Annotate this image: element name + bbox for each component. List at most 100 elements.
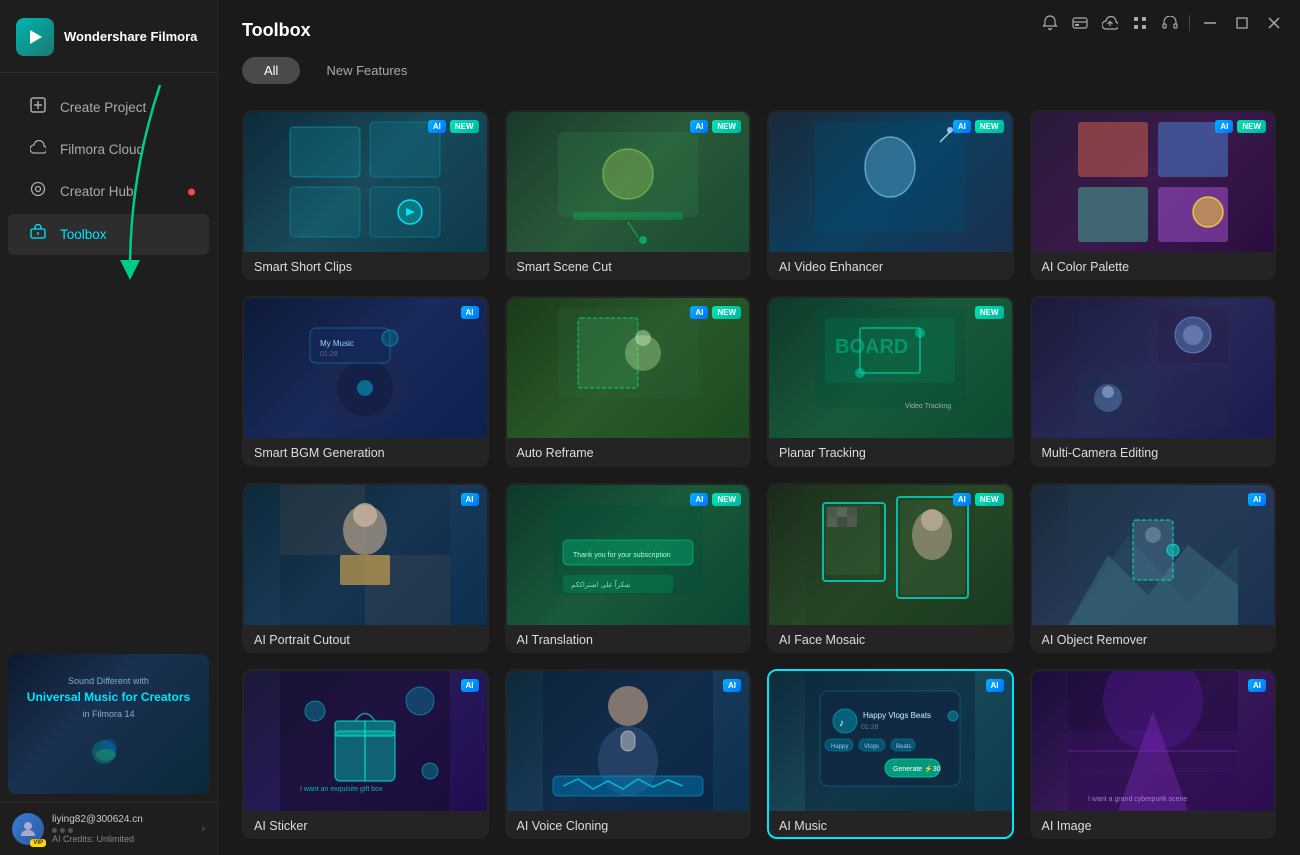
thumb-content-smart-scene-cut [507, 112, 750, 252]
ai-badge: AI [690, 493, 708, 506]
titlebar-separator [1189, 15, 1190, 31]
notification-icon[interactable] [1035, 8, 1065, 38]
sidebar-item-toolbox[interactable]: Toolbox [8, 214, 209, 255]
cloud-icon [28, 140, 48, 159]
thumb-content-smart-bgm-generation: My Music 01:28 [244, 298, 487, 438]
apps-grid-icon[interactable] [1125, 8, 1155, 38]
tool-card-ai-music[interactable]: ♪ Happy Vlogs Beats 01:28 Happy Vlogs Be… [767, 669, 1014, 839]
thumb-content-ai-translation: Thank you for your subscription شكراً عل… [507, 485, 750, 625]
vip-badge: VIP [30, 839, 46, 847]
thumb-content-ai-video-enhancer [769, 112, 1012, 252]
tool-card-smart-bgm-generation[interactable]: My Music 01:28 AI Smart BGM Generation [242, 296, 489, 466]
ai-badge: AI [1215, 120, 1233, 133]
thumb-content-planar-tracking: BOARD Video Tracking [769, 298, 1012, 438]
sidebar-item-create-project[interactable]: Create Project [8, 87, 209, 128]
card-label-ai-face-mosaic: AI Face Mosaic [769, 625, 1012, 653]
subscription-icon[interactable] [1065, 8, 1095, 38]
banner-line3: in Filmora 14 [82, 709, 134, 719]
ai-badge: AI [428, 120, 446, 133]
card-badges-ai-translation: AINEW [690, 493, 741, 506]
svg-text:Thank you for your subscriptio: Thank you for your subscription [573, 552, 671, 559]
card-badges-smart-short-clips: AINEW [428, 120, 479, 133]
user-credits: AI Credits: Unlimited [52, 834, 193, 844]
tool-card-ai-image[interactable]: I want a grand cyberpunk scene AI AI Ima… [1030, 669, 1277, 839]
app-name: Wondershare Filmora [64, 29, 197, 46]
card-thumbnail-auto-reframe: AINEW [507, 298, 750, 438]
maximize-button[interactable] [1226, 8, 1258, 38]
sidebar-item-label-toolbox: Toolbox [60, 227, 107, 242]
tab-new-features[interactable]: New Features [304, 57, 429, 84]
tool-card-auto-reframe[interactable]: AINEW Auto Reframe [505, 296, 752, 466]
thumb-content-ai-face-mosaic [769, 485, 1012, 625]
svg-text:BOARD: BOARD [835, 336, 908, 358]
thumb-content-ai-image: I want a grand cyberpunk scene [1032, 671, 1275, 811]
card-thumbnail-ai-object-remover: AI [1032, 485, 1275, 625]
card-thumbnail-ai-video-enhancer: AINEW [769, 112, 1012, 252]
svg-text:Beats: Beats [896, 744, 911, 750]
card-label-ai-voice-cloning: AI Voice Cloning [507, 811, 750, 839]
sidebar-item-filmora-cloud[interactable]: Filmora Cloud [8, 130, 209, 169]
thumb-content-smart-short-clips [244, 112, 487, 252]
tool-card-smart-short-clips[interactable]: AINEW Smart Short Clips [242, 110, 489, 280]
card-badges-ai-face-mosaic: AINEW [953, 493, 1004, 506]
tool-card-ai-object-remover[interactable]: AI AI Object Remover [1030, 483, 1277, 653]
card-thumbnail-smart-short-clips: AINEW [244, 112, 487, 252]
ai-badge: AI [953, 120, 971, 133]
card-label-smart-short-clips: Smart Short Clips [244, 252, 487, 280]
svg-text:Happy: Happy [831, 744, 848, 750]
ai-badge: AI [690, 120, 708, 133]
sidebar-banner[interactable]: Sound Different with Universal Music for… [8, 654, 209, 794]
user-info: liying82@300624.cn AI Credits: Unlimited [52, 814, 193, 844]
tool-card-ai-face-mosaic[interactable]: AINEW AI Face Mosaic [767, 483, 1014, 653]
tabs: All New Features [242, 57, 1276, 84]
tab-all[interactable]: All [242, 57, 300, 84]
card-thumbnail-ai-music: ♪ Happy Vlogs Beats 01:28 Happy Vlogs Be… [769, 671, 1012, 811]
tool-card-ai-sticker[interactable]: I want an exquisite gift box AI AI Stick… [242, 669, 489, 839]
card-label-planar-tracking: Planar Tracking [769, 438, 1012, 466]
ai-badge: AI [1248, 679, 1266, 692]
user-chevron-icon: › [201, 823, 205, 835]
card-thumbnail-multi-camera-editing [1032, 298, 1275, 438]
cloud-upload-icon[interactable] [1095, 8, 1125, 38]
tools-grid: AINEW Smart Short Clips AINEW [218, 94, 1300, 855]
svg-text:01:28: 01:28 [861, 724, 879, 731]
creator-hub-notification-dot [188, 188, 195, 195]
card-label-auto-reframe: Auto Reframe [507, 438, 750, 466]
thumb-content-ai-music: ♪ Happy Vlogs Beats 01:28 Happy Vlogs Be… [769, 671, 1012, 811]
thumb-content-auto-reframe [507, 298, 750, 438]
minimize-button[interactable] [1194, 8, 1226, 38]
thumb-content-ai-color-palette [1032, 112, 1275, 252]
tool-card-multi-camera-editing[interactable]: Multi-Camera Editing [1030, 296, 1277, 466]
tool-card-ai-voice-cloning[interactable]: AI AI Voice Cloning [505, 669, 752, 839]
card-label-ai-image: AI Image [1032, 811, 1275, 839]
tool-card-smart-scene-cut[interactable]: AINEW Smart Scene Cut [505, 110, 752, 280]
user-dots [52, 828, 193, 833]
card-badges-planar-tracking: NEW [975, 306, 1004, 319]
card-badges-ai-object-remover: AI [1248, 493, 1266, 506]
create-project-icon [28, 97, 48, 118]
thumb-content-ai-sticker: I want an exquisite gift box [244, 671, 487, 811]
headset-icon[interactable] [1155, 8, 1185, 38]
sidebar-item-label-filmora-cloud: Filmora Cloud [60, 142, 144, 157]
card-label-ai-video-enhancer: AI Video Enhancer [769, 252, 1012, 280]
card-thumbnail-smart-bgm-generation: My Music 01:28 AI [244, 298, 487, 438]
tool-card-planar-tracking[interactable]: BOARD Video Tracking NEW Planar Tracking [767, 296, 1014, 466]
card-label-smart-bgm-generation: Smart BGM Generation [244, 438, 487, 466]
card-badges-ai-voice-cloning: AI [723, 679, 741, 692]
ai-badge: AI [461, 306, 479, 319]
user-profile[interactable]: VIP liying82@300624.cn AI Credits: Unlim… [0, 802, 217, 855]
svg-text:I want a grand cyberpunk scene: I want a grand cyberpunk scene [1088, 796, 1187, 803]
tool-card-ai-video-enhancer[interactable]: AINEW AI Video Enhancer [767, 110, 1014, 280]
card-label-ai-translation: AI Translation [507, 625, 750, 653]
tool-card-ai-color-palette[interactable]: AINEW AI Color Palette [1030, 110, 1277, 280]
new-badge: NEW [975, 306, 1004, 319]
tool-card-ai-portrait-cutout[interactable]: AI AI Portrait Cutout [242, 483, 489, 653]
card-thumbnail-planar-tracking: BOARD Video Tracking NEW [769, 298, 1012, 438]
close-button[interactable] [1258, 8, 1290, 38]
card-badges-ai-image: AI [1248, 679, 1266, 692]
sidebar-item-creator-hub[interactable]: Creator Hub [8, 171, 209, 212]
new-badge: NEW [712, 306, 741, 319]
thumb-content-multi-camera-editing [1032, 298, 1275, 438]
tool-card-ai-translation[interactable]: Thank you for your subscription شكراً عل… [505, 483, 752, 653]
sidebar-item-label-create-project: Create Project [60, 100, 146, 115]
